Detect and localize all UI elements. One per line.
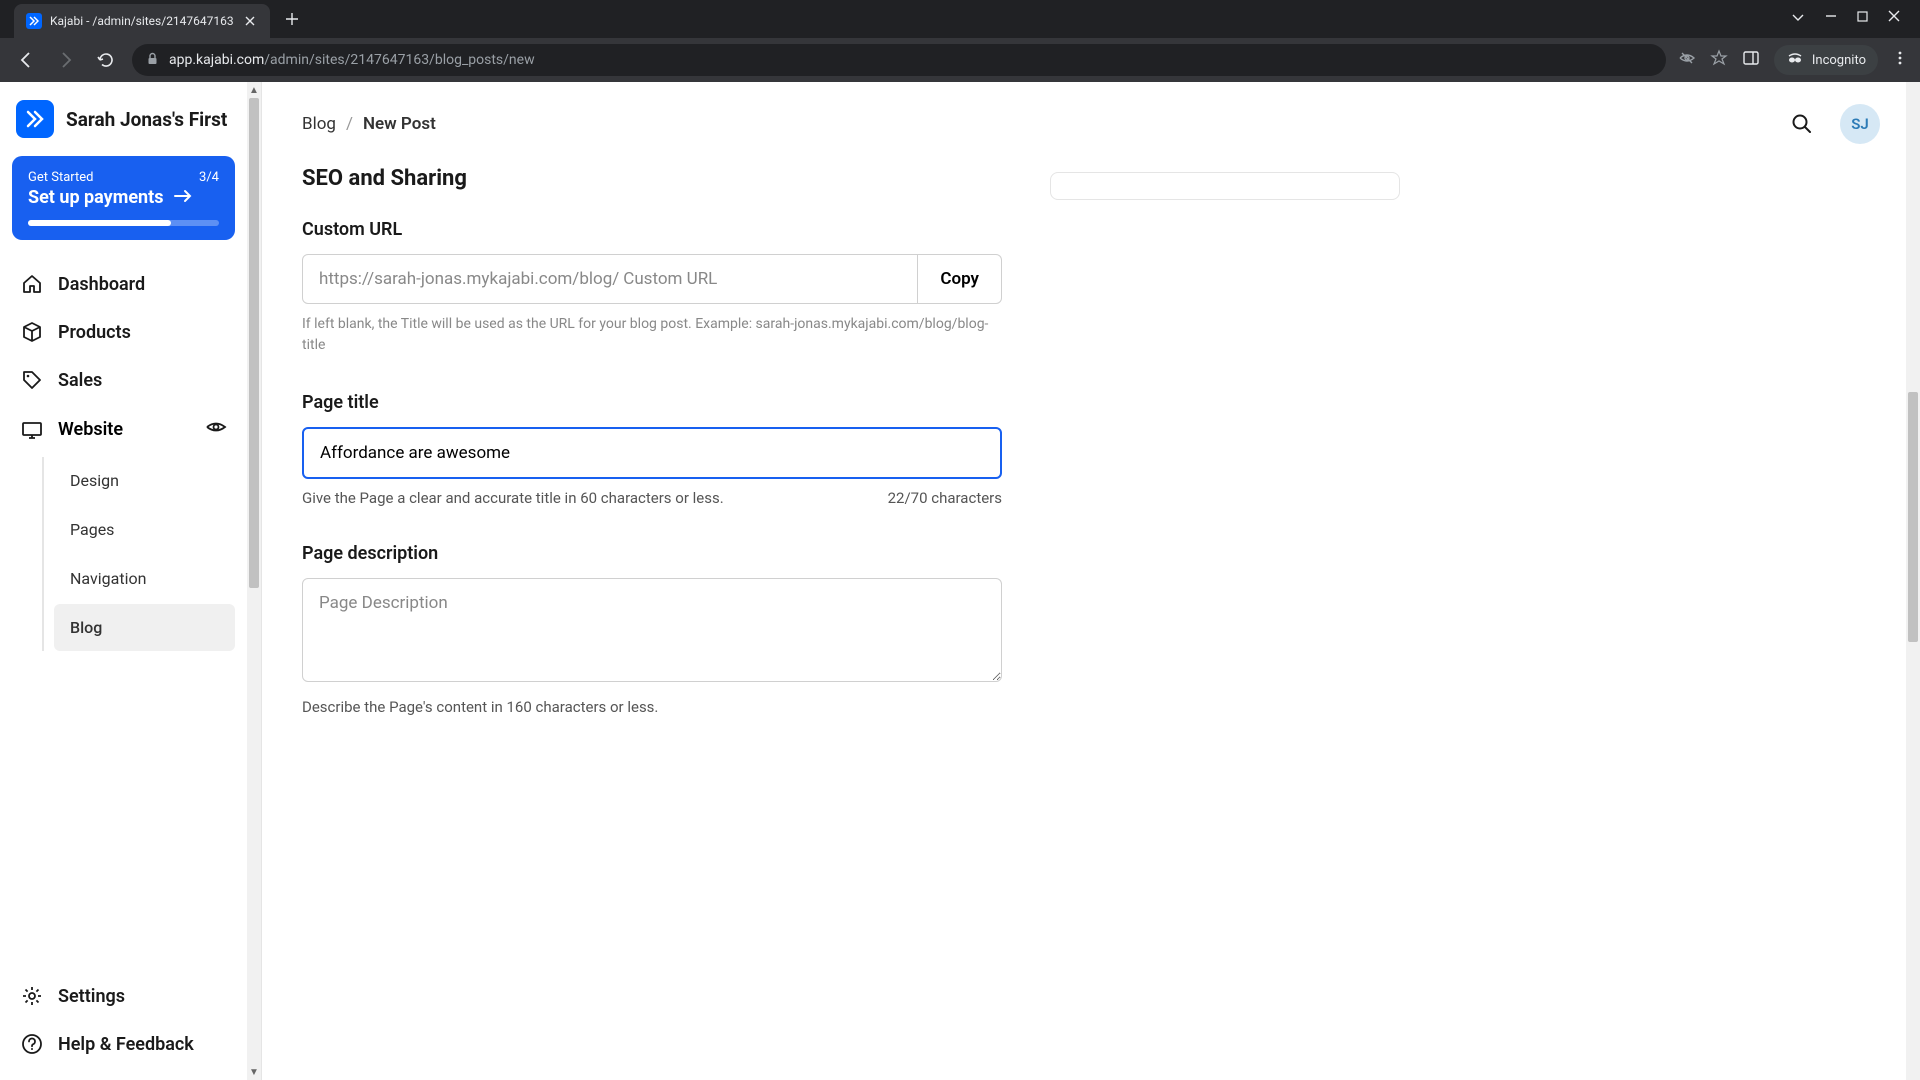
sidebar-item-help[interactable]: Help & Feedback bbox=[12, 1020, 249, 1068]
content: SEO and Sharing Custom URL https://sarah… bbox=[262, 166, 1920, 795]
sidebar-scrollbar[interactable]: ▲ ▼ bbox=[247, 82, 261, 1080]
incognito-icon bbox=[1786, 49, 1804, 71]
url-text: app.kajabi.com/admin/sites/2147647163/bl… bbox=[169, 52, 535, 68]
reload-icon[interactable] bbox=[92, 46, 120, 74]
tab-title: Kajabi - /admin/sites/2147647163 bbox=[50, 14, 234, 28]
address-bar: app.kajabi.com/admin/sites/2147647163/bl… bbox=[0, 38, 1920, 82]
main-scrollbar[interactable] bbox=[1906, 82, 1920, 1080]
side-column bbox=[1032, 166, 1880, 755]
monitor-icon bbox=[20, 418, 44, 442]
kajabi-favicon-icon bbox=[26, 13, 42, 29]
forward-icon[interactable] bbox=[52, 46, 80, 74]
new-tab-button[interactable] bbox=[278, 5, 306, 33]
custom-url-group: Custom URL https://sarah-jonas.mykajabi.… bbox=[302, 219, 1002, 356]
subnav-pages[interactable]: Pages bbox=[54, 506, 235, 553]
page-title-label: Page title bbox=[302, 392, 1002, 413]
back-icon[interactable] bbox=[12, 46, 40, 74]
website-subnav: Design Pages Navigation Blog bbox=[42, 457, 249, 651]
browser-tab[interactable]: Kajabi - /admin/sites/2147647163 bbox=[14, 4, 270, 38]
window-close-icon[interactable] bbox=[1888, 10, 1900, 28]
breadcrumb-parent[interactable]: Blog bbox=[302, 114, 336, 134]
products-icon bbox=[20, 320, 44, 344]
page-title-input[interactable] bbox=[302, 427, 1002, 479]
custom-url-label: Custom URL bbox=[302, 219, 1002, 240]
custom-url-input[interactable] bbox=[619, 269, 901, 289]
get-started-title: Set up payments bbox=[28, 187, 163, 208]
avatar[interactable]: SJ bbox=[1840, 104, 1880, 144]
get-started-count: 3/4 bbox=[199, 170, 219, 185]
breadcrumb-current: New Post bbox=[363, 114, 436, 134]
tag-icon bbox=[20, 368, 44, 392]
page-title-counter: 22/70 characters bbox=[888, 489, 1002, 507]
side-card bbox=[1050, 172, 1400, 200]
search-icon[interactable] bbox=[1784, 106, 1820, 142]
eye-off-icon[interactable] bbox=[1678, 49, 1696, 71]
custom-url-help: If left blank, the Title will be used as… bbox=[302, 314, 1002, 356]
scroll-down-icon[interactable]: ▼ bbox=[247, 1064, 261, 1080]
get-started-label: Get Started bbox=[28, 170, 93, 185]
incognito-badge[interactable]: Incognito bbox=[1774, 45, 1878, 75]
brand[interactable]: Sarah Jonas's First bbox=[12, 94, 249, 156]
subnav-design[interactable]: Design bbox=[54, 457, 235, 504]
sidebar-item-sales[interactable]: Sales bbox=[12, 356, 249, 404]
sidebar-item-label: Dashboard bbox=[58, 274, 145, 295]
sidebar-bottom: Settings Help & Feedback bbox=[12, 972, 249, 1068]
breadcrumb: Blog / New Post bbox=[302, 114, 436, 134]
url-bar[interactable]: app.kajabi.com/admin/sites/2147647163/bl… bbox=[132, 44, 1666, 76]
subnav-blog[interactable]: Blog bbox=[54, 604, 235, 651]
brand-name: Sarah Jonas's First bbox=[66, 108, 227, 131]
page-description-group: Page description Describe the Page's con… bbox=[302, 543, 1002, 719]
page-title-help: Give the Page a clear and accurate title… bbox=[302, 489, 724, 507]
app-root: ▲ ▼ Sarah Jonas's First Get Started 3/4 … bbox=[0, 82, 1920, 1080]
gear-icon bbox=[20, 984, 44, 1008]
arrow-right-icon bbox=[173, 187, 193, 208]
scroll-up-icon[interactable]: ▲ bbox=[247, 82, 261, 98]
main: Blog / New Post SJ SEO and Sharing Custo… bbox=[262, 82, 1920, 1080]
help-icon bbox=[20, 1032, 44, 1056]
menu-icon[interactable] bbox=[1892, 50, 1908, 70]
sidebar-item-dashboard[interactable]: Dashboard bbox=[12, 260, 249, 308]
sidebar: ▲ ▼ Sarah Jonas's First Get Started 3/4 … bbox=[0, 82, 262, 1080]
tab-bar: Kajabi - /admin/sites/2147647163 bbox=[0, 0, 1920, 38]
subnav-navigation[interactable]: Navigation bbox=[54, 555, 235, 602]
sidebar-item-label: Help & Feedback bbox=[58, 1034, 194, 1055]
close-icon[interactable] bbox=[242, 13, 258, 29]
sidebar-item-settings[interactable]: Settings bbox=[12, 972, 249, 1020]
sidebar-item-label: Sales bbox=[58, 370, 102, 391]
page-description-label: Page description bbox=[302, 543, 1002, 564]
sidebar-item-products[interactable]: Products bbox=[12, 308, 249, 356]
sidebar-item-website[interactable]: Website bbox=[12, 404, 249, 455]
eye-icon[interactable] bbox=[205, 416, 227, 443]
sidebar-item-label: Website bbox=[58, 419, 123, 440]
star-icon[interactable] bbox=[1710, 49, 1728, 71]
home-icon bbox=[20, 272, 44, 296]
custom-url-field-wrap[interactable]: https://sarah-jonas.mykajabi.com/blog/ bbox=[302, 254, 918, 304]
window-controls bbox=[1791, 10, 1912, 28]
sidebar-item-label: Products bbox=[58, 322, 131, 343]
page-description-help: Describe the Page's content in 160 chara… bbox=[302, 696, 1002, 719]
maximize-icon[interactable] bbox=[1857, 10, 1868, 28]
scrollbar-thumb[interactable] bbox=[249, 98, 259, 588]
kajabi-logo-icon bbox=[16, 100, 54, 138]
nav-list: Dashboard Products Sales Website Design … bbox=[12, 260, 249, 653]
side-panel-icon[interactable] bbox=[1742, 49, 1760, 71]
minimize-icon[interactable] bbox=[1825, 10, 1837, 28]
topbar: Blog / New Post SJ bbox=[262, 82, 1920, 166]
copy-button[interactable]: Copy bbox=[918, 254, 1002, 304]
tab-dropdown-icon[interactable] bbox=[1791, 10, 1805, 28]
page-description-input[interactable] bbox=[302, 578, 1002, 682]
browser-chrome: Kajabi - /admin/sites/2147647163 app.kaj… bbox=[0, 0, 1920, 82]
get-started-card[interactable]: Get Started 3/4 Set up payments bbox=[12, 156, 235, 240]
breadcrumb-separator: / bbox=[346, 114, 353, 134]
page-title-group: Page title Give the Page a clear and acc… bbox=[302, 392, 1002, 507]
progress-bar bbox=[28, 220, 219, 226]
section-title: SEO and Sharing bbox=[302, 166, 1002, 191]
sidebar-item-label: Settings bbox=[58, 986, 125, 1007]
scrollbar-thumb[interactable] bbox=[1908, 392, 1918, 642]
lock-icon bbox=[146, 52, 159, 69]
url-prefix: https://sarah-jonas.mykajabi.com/blog/ bbox=[319, 269, 619, 289]
